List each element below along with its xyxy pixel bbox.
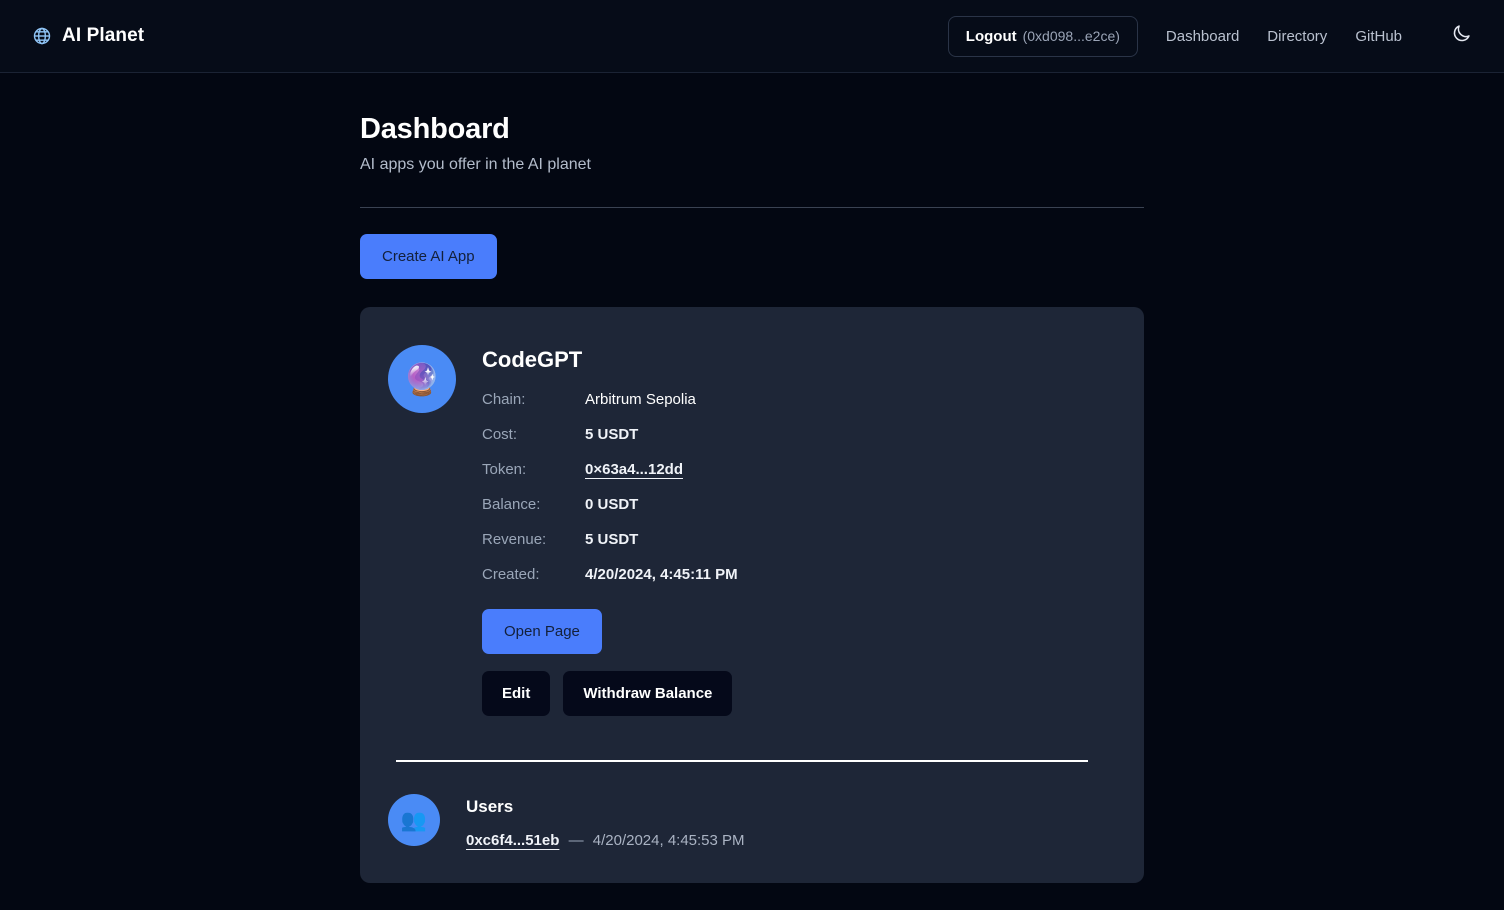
logout-button[interactable]: Logout (0xd098...e2ce) <box>948 16 1138 57</box>
ai-app-card: 🔮 CodeGPT Chain: Arbitrum Sepolia Cost: … <box>360 307 1144 883</box>
detail-value-revenue: 5 USDT <box>585 531 638 548</box>
top-navigation-bar: AI Planet Logout (0xd098...e2ce) Dashboa… <box>0 0 1504 73</box>
withdraw-balance-button[interactable]: Withdraw Balance <box>563 671 732 716</box>
create-ai-app-button[interactable]: Create AI App <box>360 234 497 279</box>
logout-wallet-address: (0xd098...e2ce) <box>1023 28 1120 44</box>
user-timestamp: 4/20/2024, 4:45:53 PM <box>593 832 745 849</box>
detail-value-chain: Arbitrum Sepolia <box>585 391 696 408</box>
brand-name: AI Planet <box>62 25 144 47</box>
header-divider <box>360 207 1144 208</box>
users-section-divider <box>396 760 1088 762</box>
app-details: CodeGPT Chain: Arbitrum Sepolia Cost: 5 … <box>482 345 1116 716</box>
users-icon: 👥 <box>388 794 440 846</box>
token-address-link[interactable]: 0×63a4...12dd <box>585 461 683 478</box>
detail-value-cost: 5 USDT <box>585 426 638 443</box>
detail-value-balance: 0 USDT <box>585 496 638 513</box>
users-title: Users <box>466 797 745 817</box>
nav-right-group: Logout (0xd098...e2ce) Dashboard Directo… <box>948 16 1474 57</box>
detail-row-token: Token: 0×63a4...12dd <box>482 461 1116 478</box>
detail-label-created: Created: <box>482 566 585 583</box>
detail-label-token: Token: <box>482 461 585 478</box>
brand-logo[interactable]: AI Planet <box>32 25 144 47</box>
globe-icon <box>32 26 52 46</box>
app-name: CodeGPT <box>482 347 1116 373</box>
detail-row-created: Created: 4/20/2024, 4:45:11 PM <box>482 566 1116 583</box>
page-subtitle: AI apps you offer in the AI planet <box>360 156 1144 174</box>
detail-row-cost: Cost: 5 USDT <box>482 426 1116 443</box>
users-section: 👥 Users 0xc6f4...51eb — 4/20/2024, 4:45:… <box>388 794 1116 849</box>
detail-row-chain: Chain: Arbitrum Sepolia <box>482 391 1116 408</box>
detail-value-created: 4/20/2024, 4:45:11 PM <box>585 566 738 583</box>
detail-row-revenue: Revenue: 5 USDT <box>482 531 1116 548</box>
user-separator: — <box>569 832 584 849</box>
app-header: 🔮 CodeGPT Chain: Arbitrum Sepolia Cost: … <box>388 345 1116 716</box>
detail-label-balance: Balance: <box>482 496 585 513</box>
detail-label-revenue: Revenue: <box>482 531 585 548</box>
moon-icon <box>1451 23 1472 49</box>
page-content: Dashboard AI apps you offer in the AI pl… <box>0 73 1504 883</box>
list-item: 0xc6f4...51eb — 4/20/2024, 4:45:53 PM <box>466 832 745 849</box>
primary-action-row: Open Page <box>482 609 1116 654</box>
edit-button[interactable]: Edit <box>482 671 550 716</box>
users-content: Users 0xc6f4...51eb — 4/20/2024, 4:45:53… <box>466 794 745 849</box>
detail-label-chain: Chain: <box>482 391 585 408</box>
open-page-button[interactable]: Open Page <box>482 609 602 654</box>
crystal-ball-icon: 🔮 <box>388 345 456 413</box>
user-address-link[interactable]: 0xc6f4...51eb <box>466 832 559 849</box>
detail-label-cost: Cost: <box>482 426 585 443</box>
nav-link-dashboard[interactable]: Dashboard <box>1166 28 1239 45</box>
logout-label: Logout <box>966 28 1017 45</box>
detail-row-balance: Balance: 0 USDT <box>482 496 1116 513</box>
content-container: Dashboard AI apps you offer in the AI pl… <box>360 113 1144 883</box>
page-title: Dashboard <box>360 113 1144 146</box>
theme-toggle-button[interactable] <box>1448 23 1474 49</box>
nav-link-github[interactable]: GitHub <box>1355 28 1402 45</box>
nav-link-directory[interactable]: Directory <box>1267 28 1327 45</box>
secondary-action-row: Edit Withdraw Balance <box>482 671 1116 716</box>
